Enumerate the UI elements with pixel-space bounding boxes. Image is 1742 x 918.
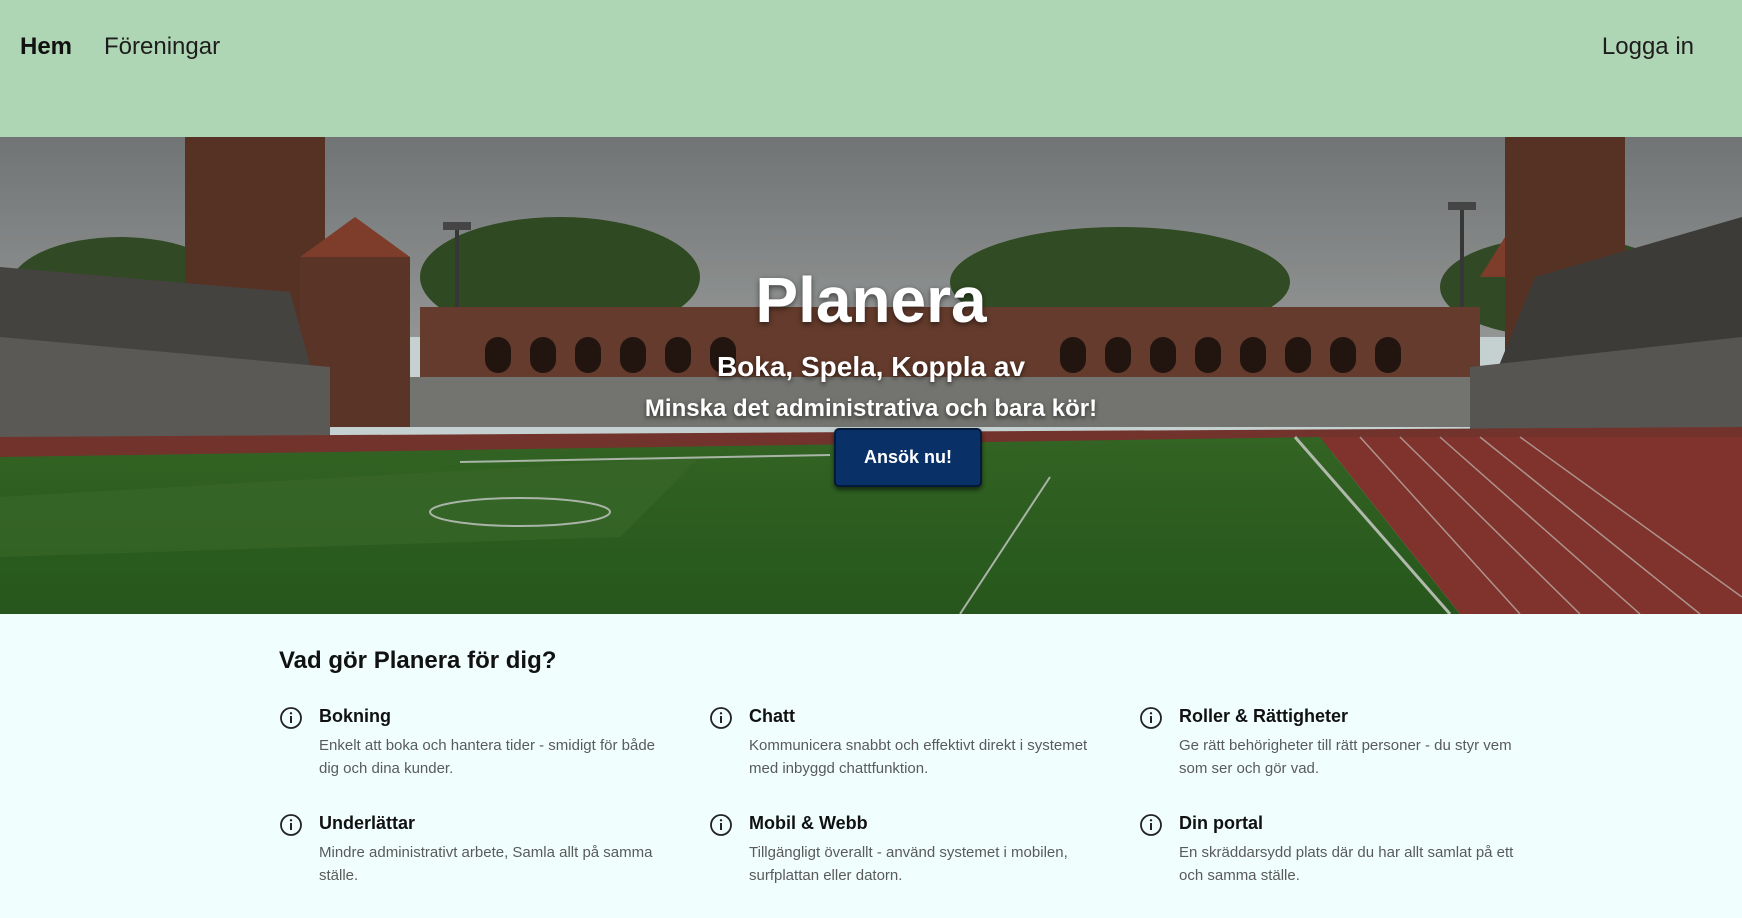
nav-home-link[interactable]: Hem xyxy=(20,32,72,62)
feature-title: Mobil & Webb xyxy=(749,813,868,833)
info-circle-icon xyxy=(280,814,302,836)
feature-description: Ge rätt behörigheter till rätt personer … xyxy=(1179,737,1512,777)
feature-title: Roller & Rättigheter xyxy=(1179,706,1349,726)
feature-item-mobile-web: Mobil & Webb Tillgängligt överallt - anv… xyxy=(709,811,1109,901)
nav-clubs-link[interactable]: Föreningar xyxy=(104,32,220,62)
feature-item-simplifies: Underlättar Mindre administrativt arbete… xyxy=(279,811,679,901)
feature-item-chat: Chatt Kommunicera snabbt och effektivt d… xyxy=(709,704,1109,794)
feature-description: Mindre administrativt arbete, Samla allt… xyxy=(319,844,653,884)
nav-login-link[interactable]: Logga in xyxy=(1602,32,1694,62)
info-circle-icon xyxy=(280,707,302,729)
hero-section: Planera Boka, Spela, Koppla av Minska de… xyxy=(0,137,1742,614)
feature-title: Din portal xyxy=(1179,813,1263,833)
feature-description: Enkelt att boka och hantera tider - smid… xyxy=(319,737,656,777)
hero-subtitle: Boka, Spela, Koppla av xyxy=(716,351,1026,382)
feature-item-portal: Din portal En skräddarsydd plats där du … xyxy=(1139,811,1539,901)
info-circle-icon xyxy=(710,707,732,729)
feature-description: Kommunicera snabbt och effektivt direkt … xyxy=(749,737,1088,777)
feature-title: Chatt xyxy=(749,706,795,726)
feature-item-booking: Bokning Enkelt att boka och hantera tide… xyxy=(279,704,679,794)
top-navbar: Hem Föreningar Logga in xyxy=(0,0,1742,137)
hero-tagline: Minska det administrativa och bara kör! xyxy=(644,395,1098,422)
features-heading: Vad gör Planera för dig? xyxy=(279,647,557,674)
apply-now-button[interactable]: Ansök nu! xyxy=(834,428,982,487)
info-circle-icon xyxy=(1140,814,1162,836)
info-circle-icon xyxy=(1140,707,1162,729)
feature-title: Bokning xyxy=(319,706,391,726)
feature-description: En skräddarsydd plats där du har allt sa… xyxy=(1179,844,1514,884)
hero-title: Planera xyxy=(755,264,987,336)
features-section: Vad gör Planera för dig? Bokning Enkelt … xyxy=(0,614,1742,918)
feature-title: Underlättar xyxy=(319,813,416,833)
feature-item-roles: Roller & Rättigheter Ge rätt behörighete… xyxy=(1139,704,1539,794)
feature-description: Tillgängligt överallt - använd systemet … xyxy=(749,844,1068,884)
info-circle-icon xyxy=(710,814,732,836)
